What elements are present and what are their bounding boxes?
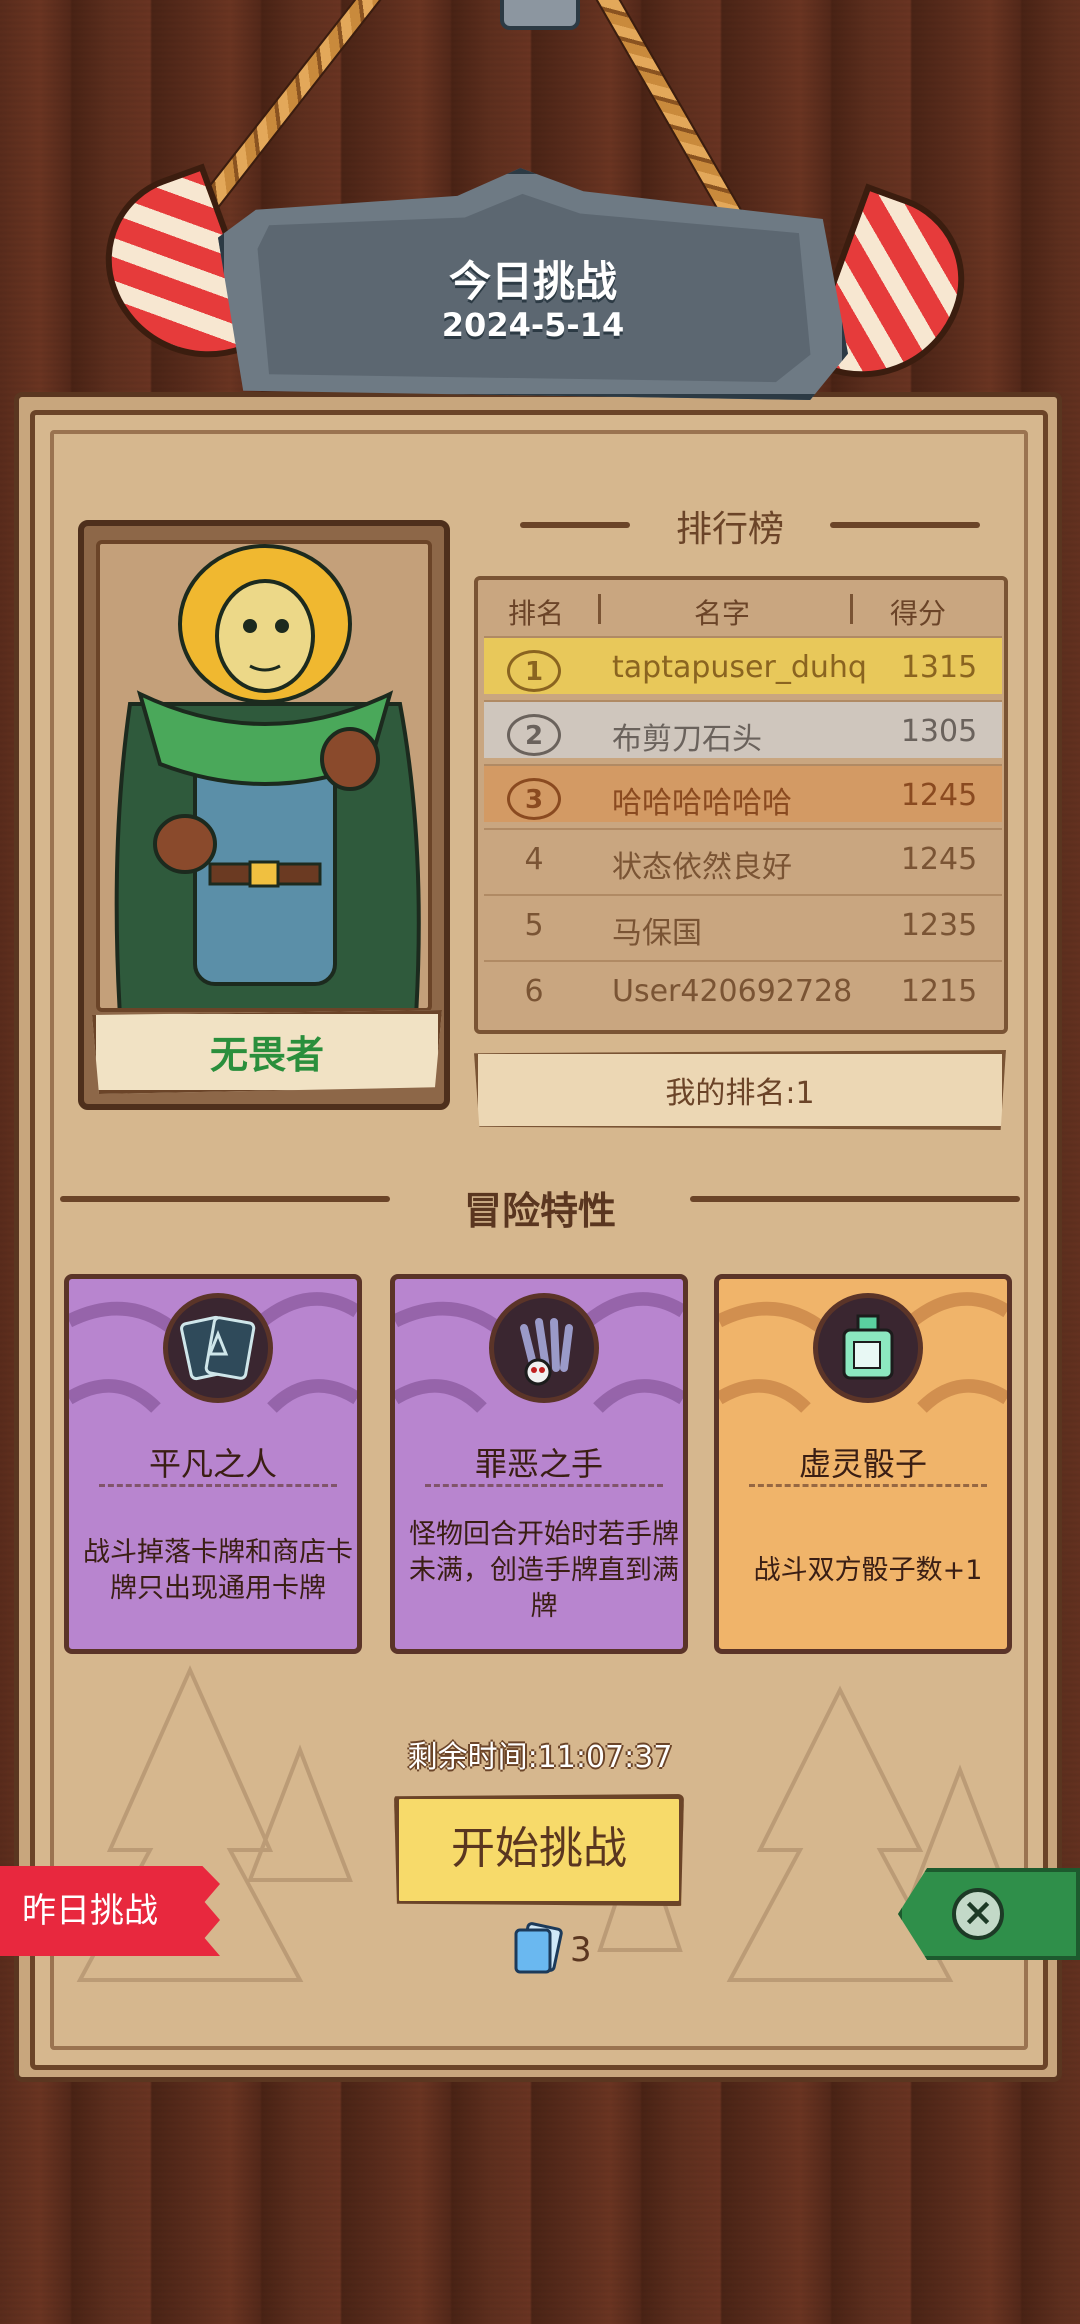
remaining-time: 剩余时间:11:07:37: [407, 1740, 673, 1775]
nail-icon: [500, 0, 580, 30]
leaderboard-title: 排行榜: [675, 509, 784, 550]
table-row[interactable]: 1 taptapuser_duhq 1315: [484, 636, 1002, 694]
table-row[interactable]: 6 User420692728 1215: [484, 960, 1002, 1018]
trait-description: 怪物回合开始时若手牌未满，创造手牌直到满牌: [409, 1519, 679, 1622]
trait-description: 战斗双方骰子数+1: [753, 1555, 983, 1586]
ticket-icon: [514, 1922, 563, 1974]
page-title: 今日挑战: [448, 257, 617, 306]
player-name: taptapuser_duhq: [612, 650, 867, 685]
ticket-count: 3: [570, 1930, 592, 1970]
player-name: User420692728: [612, 974, 853, 1009]
ornament-right-icon: [690, 1196, 1020, 1202]
start-challenge-button[interactable]: 开始挑战: [394, 1794, 684, 1906]
column-score: 得分: [890, 597, 947, 630]
player-score: 1305: [900, 714, 978, 749]
trait-card-ghost-dice[interactable]: 虚灵骰子 战斗双方骰子数+1: [714, 1274, 1012, 1654]
close-icon[interactable]: ×: [952, 1888, 1004, 1940]
traits-title: 冒险特性: [463, 1189, 616, 1233]
yesterday-challenge-button[interactable]: 昨日挑战: [0, 1866, 220, 1956]
ghost-dice-icon: [813, 1293, 923, 1403]
cards-icon: [163, 1293, 273, 1403]
my-rank: 我的排名:1: [665, 1076, 815, 1111]
ornament-left-icon: [520, 522, 630, 528]
hero-portrait: [96, 540, 432, 1012]
table-row[interactable]: 2 布剪刀石头 1305: [484, 700, 1002, 758]
table-row[interactable]: 3 哈哈哈哈哈哈 1245: [484, 764, 1002, 822]
challenge-date: 2024-5-14: [441, 306, 625, 344]
divider: [749, 1484, 987, 1487]
table-row[interactable]: 5 马保国 1235: [484, 894, 1002, 952]
player-score: 1215: [900, 974, 978, 1009]
column-rank: 排名: [508, 597, 565, 630]
claw-hand-icon: [489, 1293, 599, 1403]
player-name: 状态依然良好: [612, 850, 792, 885]
column-name: 名字: [694, 597, 751, 630]
player-score: 1245: [900, 842, 978, 877]
trait-name: 平凡之人: [148, 1445, 277, 1483]
trait-card-evil-hand[interactable]: 罪恶之手 怪物回合开始时若手牌未满，创造手牌直到满牌: [390, 1274, 688, 1654]
rank-medal-silver-icon: 2: [484, 714, 584, 756]
player-name: 哈哈哈哈哈哈: [612, 786, 792, 821]
player-rank: 5: [524, 908, 544, 943]
player-rank: 6: [524, 974, 544, 1009]
column-divider: [850, 594, 853, 624]
leaderboard-table[interactable]: 排名 名字 得分 1 taptapuser_duhq 1315 2 布剪刀石头 …: [474, 576, 1008, 1034]
trait-card-ordinary[interactable]: 平凡之人 战斗掉落卡牌和商店卡牌只出现通用卡牌: [64, 1274, 362, 1654]
player-score: 1315: [900, 650, 978, 685]
rank-medal-bronze-icon: 3: [484, 778, 584, 820]
rank-medal-gold-icon: 1: [484, 650, 584, 692]
hero-name: 无畏者: [209, 1033, 324, 1077]
player-score: 1235: [900, 908, 978, 943]
divider: [425, 1484, 663, 1487]
player-score: 1245: [900, 778, 978, 813]
ornament-right-icon: [830, 522, 980, 528]
trait-description: 战斗掉落卡牌和商店卡牌只出现通用卡牌: [83, 1537, 353, 1604]
trait-name: 罪恶之手: [474, 1445, 603, 1483]
leaderboard-header: 排名 名字 得分: [478, 580, 1004, 636]
player-name: 马保国: [612, 916, 702, 951]
hero-character-icon: [114, 544, 421, 1008]
table-row[interactable]: 4 状态依然良好 1245: [484, 828, 1002, 886]
player-rank: 4: [524, 842, 544, 877]
divider: [99, 1484, 337, 1487]
trait-name: 虚灵骰子: [798, 1445, 927, 1483]
player-name: 布剪刀石头: [612, 722, 762, 757]
column-divider: [598, 594, 601, 624]
ornament-left-icon: [60, 1196, 390, 1202]
